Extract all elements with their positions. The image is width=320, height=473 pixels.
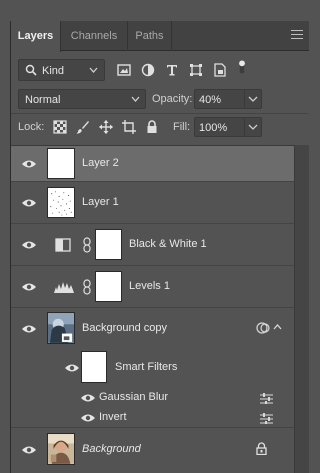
eye-icon[interactable] xyxy=(80,412,96,424)
tab-channels[interactable]: Channels xyxy=(61,21,128,51)
blend-mode-dropdown[interactable]: Normal xyxy=(18,89,146,109)
layer-name: Levels 1 xyxy=(129,280,170,292)
smart-object-filter-icon[interactable] xyxy=(212,62,228,78)
smart-filter-mask-thumbnail xyxy=(81,351,107,383)
eye-icon[interactable] xyxy=(64,362,80,374)
layer-mask-thumbnail xyxy=(95,229,122,260)
black-white-adjustment-icon xyxy=(55,238,71,252)
filter-row: Kind xyxy=(18,59,302,81)
layer-row[interactable]: Black & White 1 xyxy=(11,224,294,266)
search-icon xyxy=(25,64,37,76)
opacity-value: 40% xyxy=(199,94,222,106)
eye-icon[interactable] xyxy=(21,158,37,170)
eye-icon[interactable] xyxy=(21,239,37,251)
chevron-down-icon xyxy=(248,96,258,102)
eye-icon[interactable] xyxy=(80,392,96,404)
adjustment-layer-filter-icon[interactable] xyxy=(140,62,156,78)
type-layer-filter-icon[interactable] xyxy=(164,62,180,78)
layers-list: Layer 2 Layer 1 Black & White 1 Levels 1… xyxy=(11,145,294,473)
fill-label: Fill: xyxy=(173,121,191,133)
layer-thumbnail xyxy=(47,148,75,179)
eye-icon[interactable] xyxy=(21,281,37,293)
link-chain-icon[interactable] xyxy=(82,279,92,295)
kind-label: Kind xyxy=(42,65,65,77)
layer-name: Black & White 1 xyxy=(129,238,207,250)
layer-name: Background copy xyxy=(82,322,167,334)
filter-effect-row[interactable]: Gaussian Blur xyxy=(11,388,294,408)
smart-filters-row[interactable]: Smart Filters xyxy=(11,348,294,388)
lock-label: Lock: xyxy=(18,121,45,133)
blend-mode-value: Normal xyxy=(25,94,61,106)
chevron-down-icon xyxy=(131,96,140,102)
layer-row[interactable]: Background copy xyxy=(11,308,294,348)
layers-scrollbar[interactable] xyxy=(294,145,309,473)
fill-slider-button[interactable] xyxy=(244,117,262,137)
pixel-layer-filter-icon[interactable] xyxy=(116,62,132,78)
lock-position-icon[interactable] xyxy=(98,119,114,135)
layer-name: Layer 2 xyxy=(82,157,119,169)
chevron-up-icon[interactable] xyxy=(273,323,282,330)
shape-layer-filter-icon[interactable] xyxy=(188,62,204,78)
layer-mask-thumbnail xyxy=(95,271,122,302)
layer-thumbnail xyxy=(47,187,75,218)
lock-icon xyxy=(256,442,267,455)
tab-layers[interactable]: Layers xyxy=(11,21,61,52)
opacity-label: Opacity: xyxy=(152,93,193,105)
lock-all-icon[interactable] xyxy=(144,119,160,135)
filter-effect-name: Invert xyxy=(99,411,127,423)
divider xyxy=(11,113,308,114)
layer-thumbnail xyxy=(47,312,75,344)
filter-effect-row[interactable]: Invert xyxy=(11,408,294,428)
layer-row[interactable]: Background xyxy=(11,430,294,470)
filter-blending-options-icon[interactable] xyxy=(260,413,273,424)
filter-blending-options-icon[interactable] xyxy=(260,393,273,404)
lock-transparent-pixels-icon[interactable] xyxy=(52,119,68,135)
chevron-down-icon xyxy=(248,124,258,130)
layer-row[interactable]: Layer 2 xyxy=(11,146,294,182)
layers-panel: Layers Channels Paths Kind Normal Opacit… xyxy=(10,21,309,473)
filter-toggle-switch[interactable] xyxy=(234,59,250,75)
kind-filter-dropdown[interactable]: Kind xyxy=(18,59,105,81)
smart-filters-label: Smart Filters xyxy=(115,361,178,373)
layer-row[interactable]: Layer 1 xyxy=(11,182,294,224)
opacity-slider-button[interactable] xyxy=(244,89,262,109)
eye-icon[interactable] xyxy=(21,323,37,335)
fill-field[interactable]: 100% xyxy=(194,117,244,137)
layer-name: Background xyxy=(82,443,141,455)
link-chain-icon[interactable] xyxy=(82,237,92,253)
smart-filter-icon xyxy=(256,322,270,334)
levels-adjustment-icon xyxy=(54,282,74,293)
panel-tab-bar: Layers Channels Paths xyxy=(11,21,309,52)
layer-name: Layer 1 xyxy=(82,196,119,208)
lock-row: Lock: Fill: 100% xyxy=(18,117,302,137)
eye-icon[interactable] xyxy=(21,444,37,456)
lock-artboard-icon[interactable] xyxy=(121,119,137,135)
filter-effect-name: Gaussian Blur xyxy=(99,391,169,403)
blend-row: Normal Opacity: 40% xyxy=(18,89,302,109)
layer-row[interactable]: Levels 1 xyxy=(11,266,294,308)
eye-icon[interactable] xyxy=(21,197,37,209)
fill-value: 100% xyxy=(199,122,228,134)
panel-menu-icon[interactable] xyxy=(291,30,303,41)
tab-paths[interactable]: Paths xyxy=(128,21,172,51)
opacity-field[interactable]: 40% xyxy=(194,89,244,109)
chevron-down-icon xyxy=(89,67,98,73)
lock-image-pixels-icon[interactable] xyxy=(75,119,91,135)
layer-thumbnail xyxy=(47,433,75,465)
